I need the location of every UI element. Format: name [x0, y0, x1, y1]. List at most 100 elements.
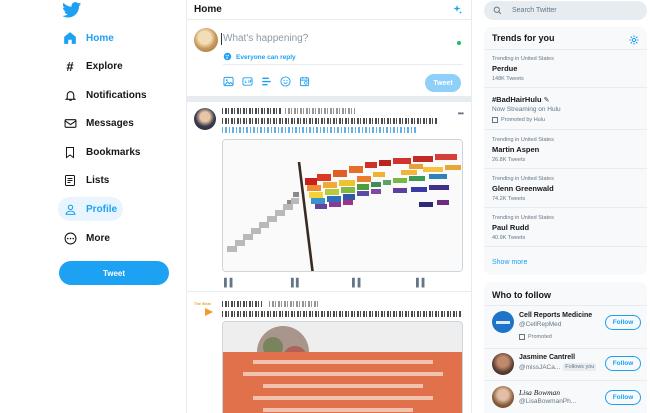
retweet-icon[interactable]: ▐ ▌	[288, 278, 302, 287]
page-title: Home	[194, 4, 222, 15]
nav-label: Messages	[86, 117, 134, 129]
trend-context: Trending in United States	[492, 137, 554, 143]
trend-context: Trending in United States	[492, 176, 554, 182]
tweet-media-image[interactable]	[222, 139, 463, 272]
compose-toolbar	[223, 76, 310, 87]
trends-panel: Trends for you Trending in United States…	[484, 27, 647, 275]
account-avatar[interactable]	[492, 311, 514, 333]
tweet-media-image[interactable]	[222, 321, 463, 413]
search-input[interactable]: Search Twitter	[512, 7, 557, 14]
account-name[interactable]: Jasmine Cantrell	[519, 354, 575, 361]
compose-box: What's happening? Everyone can reply Twe…	[187, 21, 471, 97]
tweet-text	[222, 118, 437, 124]
handle-row: @missJACa... Follows you	[519, 363, 597, 371]
trend-name: Paul Rudd	[492, 223, 530, 232]
more-icon[interactable]: •••	[458, 109, 464, 118]
compose-tweet-button[interactable]: Tweet	[425, 74, 461, 92]
list-icon	[62, 172, 78, 188]
follow-button[interactable]: Follow	[605, 390, 641, 405]
nav-item-notifications[interactable]: Notifications	[58, 83, 153, 107]
trend-item-promoted[interactable]: #BadHairHulu ✎ Now Streaming on Hulu Pro…	[484, 87, 647, 128]
gif-icon[interactable]	[242, 76, 253, 87]
bell-icon	[62, 87, 78, 103]
settings-gear-icon[interactable]	[629, 32, 639, 50]
account-handle: @CellRepMed	[519, 321, 562, 328]
promoted-icon	[492, 117, 498, 123]
account-name[interactable]: Lisa Bowman	[519, 388, 560, 397]
follow-suggestion[interactable]: Jasmine Cantrell @missJACa... Follows yo…	[484, 348, 647, 379]
nav-item-messages[interactable]: Messages	[58, 111, 140, 135]
account-name[interactable]: Cell Reports Medicine	[519, 312, 592, 319]
follows-you-badge: Follows you	[563, 363, 597, 371]
nav-item-profile[interactable]: Profile	[58, 197, 124, 221]
follow-suggestion[interactable]: Lisa Bowman @LisaBowmanPh... Follow	[484, 380, 647, 413]
show-more-label: Show more	[492, 259, 528, 266]
follow-button[interactable]: Follow	[605, 315, 641, 330]
nav-item-home[interactable]: Home	[58, 26, 120, 50]
author-avatar[interactable]: The Bear	[194, 301, 216, 323]
twitter-logo-icon[interactable]	[62, 2, 82, 18]
tweet-link[interactable]	[222, 127, 417, 133]
home-timeline: Home What's happening? Everyone can repl…	[186, 0, 472, 413]
nav-item-explore[interactable]: # Explore	[58, 54, 129, 78]
poll-icon[interactable]	[261, 76, 272, 87]
hair-emoji-icon: ✎	[543, 96, 550, 104]
divider	[223, 64, 463, 65]
author-handle	[269, 301, 319, 307]
author-avatar[interactable]	[194, 108, 216, 130]
schedule-icon[interactable]	[299, 76, 310, 87]
emoji-icon[interactable]	[280, 76, 291, 87]
promoted-row: Promoted	[519, 334, 552, 340]
author-name[interactable]	[222, 108, 282, 114]
author-name[interactable]	[222, 301, 262, 307]
reply-setting[interactable]: Everyone can reply	[223, 52, 296, 63]
image-icon[interactable]	[223, 76, 234, 87]
account-handle: @LisaBowmanPh...	[519, 398, 577, 405]
account-avatar[interactable]	[492, 353, 514, 375]
trend-count: 148K Tweets	[492, 76, 524, 82]
account-avatar[interactable]	[492, 386, 514, 408]
trend-name: Perdue	[492, 64, 518, 73]
tweet[interactable]: ••• ▌▌ ▐ ▌ ▌▌ ▌▌	[187, 102, 471, 292]
trend-item[interactable]: Trending in United States Martin Aspen 2…	[484, 129, 647, 167]
reply-icon[interactable]: ▌▌	[224, 278, 235, 287]
tweet-button[interactable]: Tweet	[59, 261, 169, 285]
follow-button[interactable]: Follow	[605, 356, 641, 371]
trend-item[interactable]: Trending in United States Paul Rudd 40.9…	[484, 207, 647, 245]
nav-item-bookmarks[interactable]: Bookmarks	[58, 140, 146, 164]
trend-count: 40.9K Tweets	[492, 235, 526, 241]
my-avatar[interactable]	[194, 28, 218, 52]
timeline-header: Home	[187, 0, 471, 20]
trend-subtitle: Now Streaming on Hulu	[492, 106, 561, 113]
sparkle-icon[interactable]	[451, 3, 463, 21]
globe-icon	[223, 52, 232, 63]
tweet[interactable]: The Bear	[187, 293, 471, 413]
trend-name: Martin Aspen	[492, 145, 540, 154]
trend-context: Trending in United States	[492, 215, 554, 221]
nav-label: Explore	[86, 60, 123, 72]
nav-label: Lists	[86, 174, 110, 186]
tweet-text	[222, 311, 462, 317]
promoted-row: Promoted by Hulu	[492, 117, 545, 123]
like-icon[interactable]: ▌▌	[352, 278, 363, 287]
trend-count: 26.8K Tweets	[492, 157, 526, 163]
show-more-link[interactable]: Show more	[484, 246, 647, 275]
who-to-follow-title: Who to follow	[492, 290, 551, 300]
nav-item-lists[interactable]: Lists	[58, 168, 115, 192]
follow-suggestion[interactable]: Cell Reports Medicine @CellRepMed Promot…	[484, 305, 647, 347]
share-icon[interactable]: ▌▌	[416, 278, 427, 287]
reply-setting-label: Everyone can reply	[236, 54, 296, 61]
search-bar[interactable]: Search Twitter	[484, 1, 647, 20]
trend-item[interactable]: Trending in United States Perdue 148K Tw…	[484, 49, 647, 86]
person-icon	[62, 201, 78, 217]
nav-item-more[interactable]: More	[58, 226, 116, 250]
avatar-brand-text: The Bear	[194, 301, 212, 306]
account-handle: @missJACa...	[519, 363, 561, 371]
home-icon	[62, 30, 78, 46]
nav-label: More	[86, 232, 110, 244]
compose-input[interactable]: What's happening?	[220, 33, 308, 45]
trend-context: Trending in United States	[492, 56, 554, 62]
bookmark-icon	[62, 144, 78, 160]
trend-item[interactable]: Trending in United States Glenn Greenwal…	[484, 168, 647, 206]
promoted-label: Promoted	[528, 334, 552, 340]
